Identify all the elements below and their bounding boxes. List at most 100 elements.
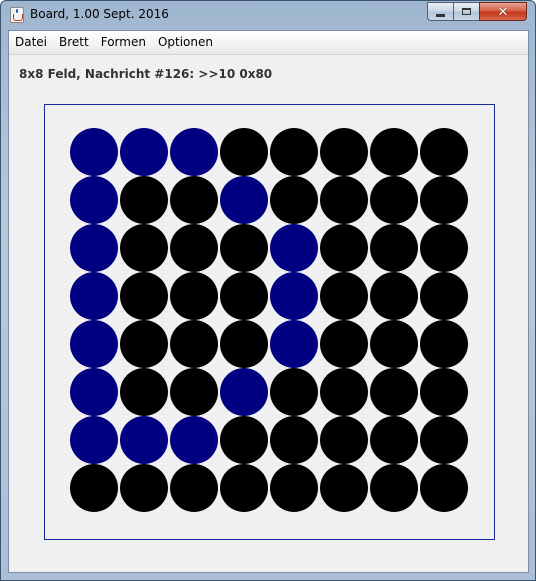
led-off [420,464,468,512]
led-on [70,128,118,176]
board-cell[interactable] [69,368,119,416]
board-cell[interactable] [319,464,369,512]
led-off [320,368,368,416]
led-off [220,272,268,320]
board-cell[interactable] [119,320,169,368]
board-cell[interactable] [419,224,469,272]
board-cell[interactable] [369,224,419,272]
led-off [370,176,418,224]
board-cell[interactable] [369,416,419,464]
board-cell[interactable] [319,128,369,176]
board-cell[interactable] [119,464,169,512]
led-off [120,464,168,512]
led-off [170,464,218,512]
board-cell[interactable] [269,128,319,176]
led-off [170,176,218,224]
led-on [170,416,218,464]
led-off [120,176,168,224]
board-cell[interactable] [319,320,369,368]
menu-datei[interactable]: Datei [9,31,53,54]
board-cell[interactable] [419,368,469,416]
board-cell[interactable] [319,272,369,320]
led-on [120,416,168,464]
board-cell[interactable] [119,272,169,320]
led-off [420,128,468,176]
board-cell[interactable] [69,224,119,272]
led-off [320,128,368,176]
led-off [370,416,418,464]
board-cell[interactable] [119,224,169,272]
board-cell[interactable] [269,272,319,320]
led-off [270,176,318,224]
led-off [270,128,318,176]
board-cell[interactable] [419,176,469,224]
board-cell[interactable] [119,368,169,416]
board-cell[interactable] [269,224,319,272]
led-off [370,368,418,416]
maximize-button[interactable] [453,2,480,21]
board-cell[interactable] [69,320,119,368]
close-button[interactable]: ✕ [479,2,527,21]
led-off [220,464,268,512]
board-cell[interactable] [419,128,469,176]
led-off [320,320,368,368]
board-cell[interactable] [219,272,269,320]
led-off [370,464,418,512]
board-cell[interactable] [269,176,319,224]
board-cell[interactable] [219,224,269,272]
java-app-icon[interactable] [10,7,24,23]
board-cell[interactable] [69,128,119,176]
board-grid [69,128,469,512]
board-cell[interactable] [369,176,419,224]
board-cell[interactable] [319,368,369,416]
led-off [420,320,468,368]
title-bar[interactable]: Board, 1.00 Sept. 2016 ✕ [1,1,535,29]
maximize-icon [462,8,471,15]
board-cell[interactable] [269,416,319,464]
board-cell[interactable] [169,368,219,416]
board-cell[interactable] [69,416,119,464]
board-cell[interactable] [419,416,469,464]
board-cell[interactable] [69,176,119,224]
board-cell[interactable] [269,464,319,512]
led-on [270,272,318,320]
board-cell[interactable] [169,416,219,464]
board-cell[interactable] [169,272,219,320]
board-cell[interactable] [169,464,219,512]
board-cell[interactable] [169,224,219,272]
board-cell[interactable] [119,176,169,224]
board-cell[interactable] [319,224,369,272]
board-cell[interactable] [169,320,219,368]
board-cell[interactable] [219,464,269,512]
board-cell[interactable] [369,464,419,512]
board-cell[interactable] [219,320,269,368]
menu-formen[interactable]: Formen [95,31,152,54]
board-cell[interactable] [419,464,469,512]
led-off [320,176,368,224]
board-cell[interactable] [219,176,269,224]
board-cell[interactable] [169,176,219,224]
menu-optionen[interactable]: Optionen [152,31,219,54]
board-cell[interactable] [119,128,169,176]
board-cell[interactable] [269,320,319,368]
menu-brett[interactable]: Brett [53,31,95,54]
led-off [120,224,168,272]
board-cell[interactable] [369,320,419,368]
board-cell[interactable] [369,128,419,176]
board-cell[interactable] [319,416,369,464]
board-cell[interactable] [269,368,319,416]
board-cell[interactable] [369,368,419,416]
board-cell[interactable] [419,272,469,320]
led-on [220,368,268,416]
board-cell[interactable] [419,320,469,368]
board-cell[interactable] [169,128,219,176]
board-cell[interactable] [319,176,369,224]
board-cell[interactable] [219,128,269,176]
minimize-button[interactable] [427,2,454,21]
board-cell[interactable] [219,416,269,464]
board-cell[interactable] [219,368,269,416]
board-cell[interactable] [369,272,419,320]
board-cell[interactable] [119,416,169,464]
board-cell[interactable] [69,464,119,512]
board-cell[interactable] [69,272,119,320]
